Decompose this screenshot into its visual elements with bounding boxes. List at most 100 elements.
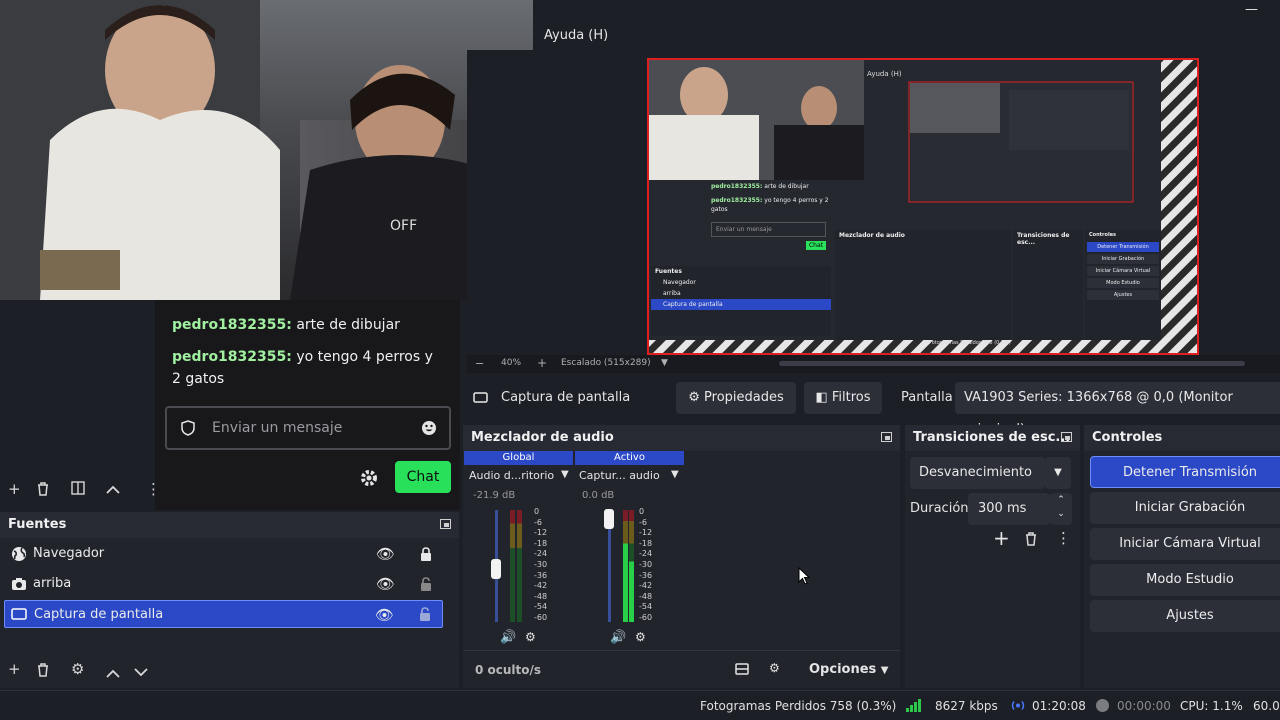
source-properties-gear-icon[interactable]: ⚙ [71, 660, 84, 678]
divider [463, 650, 900, 651]
mouse-cursor-icon [798, 567, 810, 585]
mini-ctrl-btn: Iniciar Grabación [1087, 254, 1159, 264]
undock-icon[interactable] [881, 432, 892, 442]
channel-dropdown-icon[interactable]: ▼ [561, 469, 569, 480]
chat-send-button[interactable]: Chat [395, 461, 451, 493]
delete-transition-icon[interactable] [1024, 531, 1038, 550]
scale-tick: -24 [534, 549, 548, 559]
scale-tick: -36 [534, 570, 548, 580]
chat-settings-gear-icon[interactable] [359, 468, 379, 488]
zoom-out-button[interactable]: − [475, 357, 484, 370]
svg-text:OFF: OFF [390, 218, 417, 234]
transitions-dock: Transiciones de esc... Desvanecimiento ▼… [905, 425, 1080, 688]
shield-icon [181, 420, 195, 436]
sources-dock-title: Fuentes [0, 512, 459, 538]
scene-filters-icon[interactable] [71, 481, 85, 499]
scale-tick: -6 [639, 517, 647, 527]
move-scene-up-icon[interactable] [106, 480, 120, 498]
start-recording-button[interactable]: Iniciar Grabación [1090, 492, 1280, 524]
source-item-navegador[interactable]: Navegador 👁 [4, 540, 443, 568]
channel-settings-gear-icon[interactable]: ⚙ [525, 630, 536, 644]
mini-controls-title: Controles [1089, 232, 1117, 238]
preview-scrollbar[interactable] [779, 361, 1245, 366]
preview-canvas[interactable]: Ayuda (H) pedro1832355: arte de dibujar … [647, 58, 1199, 355]
audio-mixer-dock: Mezclador de audio Global Activo Audio d… [463, 425, 900, 688]
stream-time: 01:20:08 [1032, 699, 1086, 713]
scale-tick: -48 [639, 591, 653, 601]
filters-button[interactable]: ◧ Filtros [804, 382, 882, 414]
screen-select[interactable]: VA1903 Series: 1366x768 @ 0,0 (Monitor p… [955, 382, 1280, 437]
unlock-icon[interactable] [419, 607, 431, 621]
zoom-level: 40% [501, 358, 522, 368]
options-button[interactable]: Opciones ▼ [809, 662, 889, 677]
visibility-eye-icon[interactable]: 👁 [376, 540, 395, 568]
scale-tick: -18 [639, 538, 653, 548]
add-transition-icon[interactable]: + [993, 526, 1010, 550]
start-virtual-camera-button[interactable]: Iniciar Cámara Virtual [1090, 528, 1280, 560]
zoom-in-button[interactable]: + [537, 356, 547, 370]
speaker-icon[interactable]: 🔊 [500, 630, 516, 645]
mixer-dock-title: Mezclador de audio [463, 425, 900, 451]
cpu-usage: CPU: 1.1% [1180, 699, 1243, 713]
mini-status: Fotogramas Perdidos 758 (0.3%) [929, 340, 1011, 346]
layout-toggle-icon[interactable] [735, 663, 749, 675]
scaling-dropdown-icon[interactable]: ▼ [661, 358, 668, 368]
channel-dropdown-icon[interactable]: ▼ [671, 469, 679, 480]
mini-transitions-title: Transiciones de esc... [1017, 232, 1070, 246]
chat-panel: pedro1832355: arte de dibujar pedro18323… [155, 300, 460, 510]
mixer-tab-activo[interactable]: Activo [575, 451, 684, 465]
chat-input[interactable]: Enviar un mensaje [165, 406, 451, 450]
undock-icon[interactable] [440, 519, 451, 529]
source-item-arriba[interactable]: arriba 👁 [4, 570, 443, 598]
properties-button[interactable]: ⚙ Propiedades [676, 382, 796, 414]
visibility-eye-icon[interactable]: 👁 [376, 570, 395, 598]
scaling-label: Escalado (515x289) [561, 358, 651, 368]
transition-select[interactable]: Desvanecimiento [910, 457, 1045, 489]
undock-icon[interactable] [1061, 432, 1072, 442]
add-scene-icon[interactable]: + [8, 480, 21, 498]
stop-streaming-button[interactable]: Detener Transmisión [1090, 456, 1280, 488]
speaker-icon[interactable]: 🔊 [610, 630, 626, 645]
duration-input[interactable]: 300 ms [968, 493, 1050, 525]
add-source-icon[interactable]: + [8, 660, 21, 678]
preview-zoom-bar: − 40% + Escalado (515x289) ▼ [467, 355, 1280, 373]
move-source-up-icon[interactable] [106, 664, 120, 682]
mini-mixer-title: Mezclador de audio [839, 232, 905, 239]
webcam-person-left [40, 5, 280, 300]
source-toolbar: Captura de pantalla ⚙ Propiedades ◧ Filt… [463, 380, 1280, 437]
volume-slider-handle[interactable] [604, 509, 614, 529]
transition-dropdown-icon[interactable]: ▼ [1045, 457, 1071, 489]
duration-stepper[interactable]: ⌃ ⌄ [1050, 493, 1072, 525]
record-status-icon [1096, 699, 1109, 712]
mini-controls-dock: Controles Detener Transmisión Iniciar Gr… [1085, 230, 1161, 340]
volume-slider-handle[interactable] [491, 559, 501, 579]
delete-scene-icon[interactable] [36, 481, 50, 500]
advanced-audio-gear-icon[interactable]: ⚙ [769, 661, 780, 675]
unlock-icon[interactable] [420, 577, 432, 591]
options-label: Opciones [809, 662, 877, 677]
caret-down-icon: ▼ [880, 665, 889, 676]
source-item-captura[interactable]: Captura de pantalla 👁 [4, 600, 443, 628]
emoji-icon[interactable] [421, 420, 437, 436]
sources-dock: Fuentes Navegador 👁 arriba 👁 Captura de … [0, 512, 459, 688]
studio-mode-button[interactable]: Modo Estudio [1090, 564, 1280, 596]
level-meter [629, 510, 634, 622]
window-minimize-button[interactable]: — [1245, 2, 1258, 17]
move-source-down-icon[interactable] [134, 664, 148, 682]
transition-more-icon[interactable]: ⋮ [1056, 529, 1071, 547]
source-label: arriba [33, 576, 72, 591]
menu-bar: Ayuda (H) — [533, 0, 1280, 50]
visibility-eye-icon[interactable]: 👁 [375, 601, 394, 629]
channel-settings-gear-icon[interactable]: ⚙ [635, 630, 646, 644]
bitrate: 8627 kbps [935, 699, 998, 713]
menu-help[interactable]: Ayuda (H) [544, 28, 608, 43]
settings-button[interactable]: Ajustes [1090, 600, 1280, 632]
delete-source-icon[interactable] [36, 662, 50, 681]
mixer-tab-global[interactable]: Global [464, 451, 573, 465]
broadcast-icon [1011, 701, 1025, 710]
level-meter [510, 510, 515, 622]
chat-input-placeholder: Enviar un mensaje [212, 420, 343, 436]
chat-message: pedro1832355: arte de dibujar [172, 314, 442, 336]
scale-tick: -30 [534, 559, 548, 569]
lock-icon[interactable] [420, 547, 432, 561]
